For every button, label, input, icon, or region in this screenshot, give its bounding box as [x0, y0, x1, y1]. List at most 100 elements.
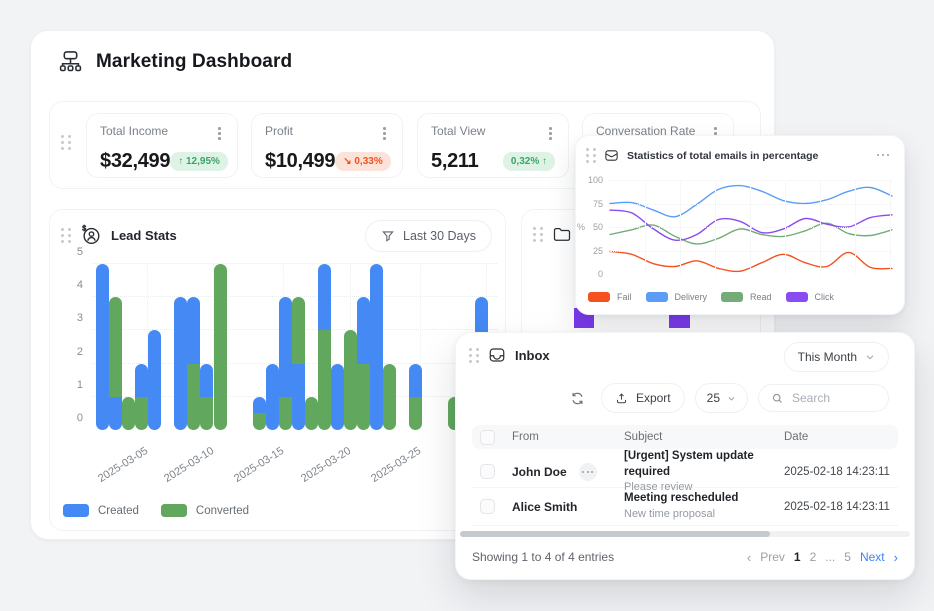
horizontal-scrollbar-thumb[interactable]	[460, 531, 770, 537]
pagination-ellipsis: ...	[825, 550, 835, 564]
search-input[interactable]	[792, 391, 877, 405]
stat-card-total-view: Total View 5,211 0,32% ↑	[417, 113, 569, 178]
stat-label: Total View	[431, 124, 485, 138]
ellipsis-menu-icon[interactable]	[874, 146, 892, 164]
gridline	[890, 180, 891, 274]
inbox-title: Inbox	[515, 348, 550, 363]
next-button[interactable]: Next	[860, 550, 885, 564]
inbox-card: Inbox This Month Export	[455, 332, 915, 580]
gridline	[92, 263, 497, 264]
trend-badge: ↑ 12,95%	[170, 152, 228, 171]
chevron-down-icon	[865, 352, 875, 362]
bar-segment-created	[292, 364, 305, 430]
chevron-down-icon	[727, 394, 736, 403]
legend-item: Read	[721, 292, 772, 302]
export-label: Export	[636, 391, 671, 405]
x-axis-tick: 2025-03-20	[281, 445, 354, 497]
stacked-bar	[344, 330, 357, 430]
table-header-row: From Subject Date	[472, 425, 898, 449]
row-checkbox[interactable]	[480, 499, 495, 514]
bar-segment-converted	[122, 397, 135, 430]
bar-segment-created	[135, 364, 148, 397]
inbox-footer: Showing 1 to 4 of 4 entries ‹Prev12...5N…	[472, 541, 898, 573]
stacked-bar	[109, 297, 122, 430]
kebab-menu-icon[interactable]	[546, 124, 555, 143]
page-size-dropdown[interactable]: 25	[695, 383, 748, 413]
table-row[interactable]: Alice Smith Meeting rescheduledNew time p…	[472, 487, 898, 525]
bar-segment-created	[409, 364, 422, 397]
page-button[interactable]: 1	[794, 550, 801, 564]
stacked-bar	[318, 264, 331, 430]
page-button[interactable]: 2	[810, 550, 817, 564]
gridline	[645, 180, 646, 274]
folder-icon	[552, 224, 572, 244]
legend-swatch	[161, 504, 187, 517]
legend-swatch	[721, 292, 743, 302]
search-box	[758, 384, 889, 412]
gridline	[715, 180, 716, 274]
column-header-subject: Subject	[624, 431, 784, 443]
row-ellipsis-menu[interactable]	[579, 463, 597, 481]
row-checkbox[interactable]	[480, 464, 495, 479]
page-button[interactable]: 5	[844, 550, 851, 564]
email-stats-plot: 0255075100%	[610, 180, 892, 274]
lead-stats-drag-handle[interactable]	[61, 228, 71, 243]
gridline	[610, 180, 892, 181]
table-row[interactable]: John Doe[Urgent] System update requiredP…	[472, 449, 898, 487]
bar-segment-created	[318, 264, 331, 330]
trend-badge: ↘ 0,33%	[335, 152, 391, 171]
stacked-bar	[122, 397, 135, 430]
y-axis-tick: 25	[593, 246, 603, 256]
legend-swatch	[588, 292, 610, 302]
bar-segment-converted	[214, 264, 227, 430]
svg-text:$: $	[82, 225, 86, 232]
page-title: Marketing Dashboard	[96, 51, 292, 73]
kebab-menu-icon[interactable]	[380, 124, 389, 143]
select-all-checkbox[interactable]	[480, 430, 495, 445]
chevron-left-icon[interactable]: ‹	[747, 550, 751, 565]
subject-title: [Urgent] System update required	[624, 449, 784, 480]
legend-label: Converted	[196, 505, 249, 517]
sender-name: Alice Smith	[512, 500, 577, 514]
bar-segment-created	[253, 397, 266, 414]
stats-drag-handle[interactable]	[61, 135, 71, 150]
export-icon	[615, 392, 628, 405]
stat-label: Total Income	[100, 124, 168, 138]
stacked-bar	[148, 330, 161, 430]
export-button[interactable]: Export	[601, 383, 685, 413]
filter-button[interactable]: Last 30 Days	[365, 220, 492, 252]
stacked-bar	[253, 397, 266, 430]
refresh-button[interactable]	[565, 385, 591, 411]
bar-segment-created	[279, 297, 292, 397]
legend-label: Fail	[617, 292, 632, 302]
page-size-value: 25	[707, 391, 720, 405]
x-axis-tick: 2025-03-10	[144, 445, 217, 497]
lead-icon: $	[80, 224, 102, 246]
x-axis-tick: 2025-03-25	[351, 445, 424, 497]
bar-segment-created	[331, 364, 344, 430]
trend-badge: 0,32% ↑	[503, 152, 555, 171]
prev-button[interactable]: Prev	[760, 550, 785, 564]
stat-card-profit: Profit $10,499 ↘ 0,33%	[251, 113, 403, 178]
y-axis-tick: 50	[593, 222, 603, 232]
email-stats-drag-handle[interactable]	[586, 148, 596, 163]
inbox-icon	[488, 346, 506, 364]
chevron-right-icon[interactable]: ›	[894, 550, 898, 565]
stacked-bar	[383, 364, 396, 430]
bar-segment-created	[200, 364, 213, 397]
bar-segment-converted	[253, 413, 266, 430]
y-axis-tick: 0	[598, 269, 603, 279]
lead-stats-plot: 012345	[92, 264, 497, 430]
subject-cell: Meeting rescheduledNew time proposal	[624, 491, 784, 521]
stacked-bar	[266, 364, 279, 430]
y-axis-tick: 5	[77, 246, 83, 258]
period-dropdown[interactable]: This Month	[784, 342, 889, 372]
inbox-drag-handle[interactable]	[469, 348, 479, 363]
y-axis-tick: 4	[77, 279, 83, 291]
kebab-menu-icon[interactable]	[215, 124, 224, 143]
stacked-bar	[279, 297, 292, 430]
gridline	[855, 180, 856, 274]
legend-swatch	[63, 504, 89, 517]
folder-card-drag-handle[interactable]	[533, 227, 543, 242]
x-axis-tick: 2025-03-05	[78, 445, 151, 497]
